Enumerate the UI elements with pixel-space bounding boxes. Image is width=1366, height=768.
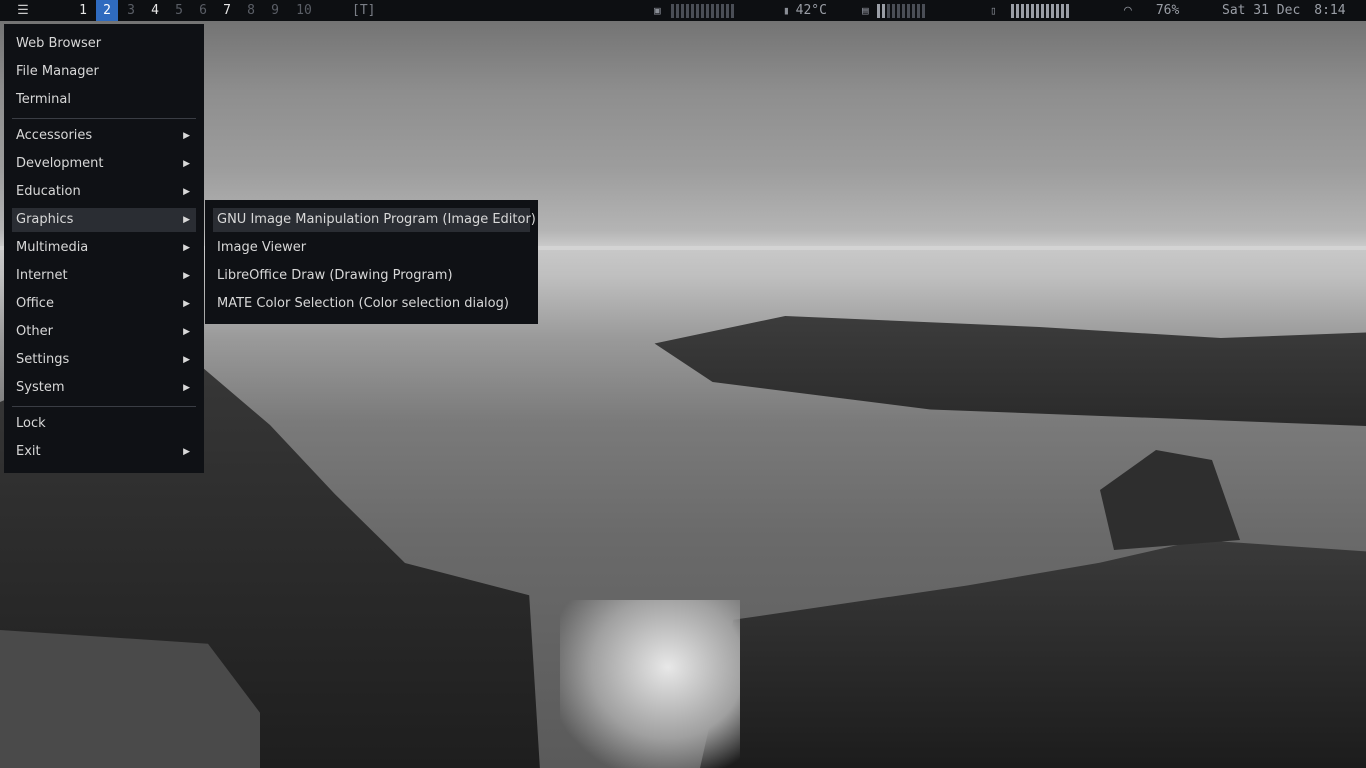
submenu-arrow-icon: ▶ bbox=[183, 447, 190, 457]
workspace-9[interactable]: 9 bbox=[264, 0, 286, 21]
cpu-icon: ▣ bbox=[654, 4, 661, 17]
temperature-value: 42°C bbox=[795, 3, 827, 18]
submenu-arrow-icon: ▶ bbox=[183, 271, 190, 281]
cpu-usage-bars bbox=[670, 3, 734, 18]
menu-item-other[interactable]: Other ▶ bbox=[12, 320, 196, 344]
menu-item-education[interactable]: Education ▶ bbox=[12, 180, 196, 204]
desktop-wallpaper bbox=[0, 0, 1366, 768]
submenu-arrow-icon: ▶ bbox=[183, 355, 190, 365]
cpu-monitor: ▣ bbox=[654, 0, 734, 21]
battery-monitor: ▯ bbox=[990, 0, 1069, 21]
menu-item-web-browser[interactable]: Web Browser bbox=[12, 32, 196, 56]
submenu-item-libreoffice-draw[interactable]: LibreOffice Draw (Drawing Program) bbox=[213, 264, 530, 288]
battery-icon: ▯ bbox=[990, 4, 997, 17]
memory-icon: ▤ bbox=[862, 4, 869, 17]
submenu-arrow-icon: ▶ bbox=[183, 327, 190, 337]
submenu-item-gimp[interactable]: GNU Image Manipulation Program (Image Ed… bbox=[213, 208, 536, 232]
workspace-3[interactable]: 3 bbox=[120, 0, 142, 21]
menu-item-development[interactable]: Development ▶ bbox=[12, 152, 196, 176]
wallpaper-rock bbox=[700, 540, 1366, 768]
workspace-7[interactable]: 7 bbox=[216, 0, 238, 21]
workspace-10[interactable]: 10 bbox=[290, 0, 318, 21]
temperature-monitor: ▮ 42°C bbox=[783, 0, 827, 21]
wifi-icon: ◠ bbox=[1124, 3, 1132, 18]
clock[interactable]: Sat 31 Dec 8:14 bbox=[1222, 0, 1346, 21]
menu-item-graphics[interactable]: Graphics ▶ bbox=[12, 208, 196, 232]
submenu-arrow-icon: ▶ bbox=[183, 215, 190, 225]
wallpaper-waterfall bbox=[560, 600, 740, 768]
menu-item-lock[interactable]: Lock bbox=[12, 412, 196, 436]
wifi-strength: 76% bbox=[1155, 3, 1180, 18]
submenu-arrow-icon: ▶ bbox=[183, 131, 190, 141]
workspace-5[interactable]: 5 bbox=[168, 0, 190, 21]
top-bar: ☰ 1 2 3 4 5 6 7 8 9 10 [T] ▣ ▮ 42°C ▤ ▯ … bbox=[0, 0, 1366, 21]
menu-item-multimedia[interactable]: Multimedia ▶ bbox=[12, 236, 196, 260]
menu-item-internet[interactable]: Internet ▶ bbox=[12, 264, 196, 288]
menu-item-exit[interactable]: Exit ▶ bbox=[12, 440, 196, 464]
menu-item-file-manager[interactable]: File Manager bbox=[12, 60, 196, 84]
workspace-4[interactable]: 4 bbox=[144, 0, 166, 21]
menu-item-settings[interactable]: Settings ▶ bbox=[12, 348, 196, 372]
menu-separator bbox=[12, 118, 196, 119]
submenu-arrow-icon: ▶ bbox=[183, 383, 190, 393]
menu-item-system[interactable]: System ▶ bbox=[12, 376, 196, 400]
memory-usage-bars bbox=[876, 3, 925, 18]
workspace-6[interactable]: 6 bbox=[192, 0, 214, 21]
time-text: 8:14 bbox=[1314, 3, 1346, 18]
submenu-arrow-icon: ▶ bbox=[183, 187, 190, 197]
submenu-arrow-icon: ▶ bbox=[183, 243, 190, 253]
battery-level-bars bbox=[1010, 3, 1069, 18]
thermometer-icon: ▮ bbox=[783, 4, 790, 17]
memory-monitor: ▤ bbox=[862, 0, 925, 21]
wallpaper-rock bbox=[1100, 450, 1240, 550]
wifi-monitor: ◠ 76% bbox=[1124, 0, 1179, 21]
graphics-submenu: GNU Image Manipulation Program (Image Ed… bbox=[205, 200, 538, 324]
submenu-item-image-viewer[interactable]: Image Viewer bbox=[213, 236, 530, 260]
menu-item-office[interactable]: Office ▶ bbox=[12, 292, 196, 316]
workspace-2[interactable]: 2 bbox=[96, 0, 118, 21]
wallpaper-rock bbox=[654, 316, 1366, 426]
workspace-8[interactable]: 8 bbox=[240, 0, 262, 21]
menu-separator bbox=[12, 406, 196, 407]
submenu-arrow-icon: ▶ bbox=[183, 299, 190, 309]
submenu-item-mate-color-selection[interactable]: MATE Color Selection (Color selection di… bbox=[213, 292, 530, 316]
workspace-1[interactable]: 1 bbox=[72, 0, 94, 21]
menu-item-accessories[interactable]: Accessories ▶ bbox=[12, 124, 196, 148]
menu-icon[interactable]: ☰ bbox=[12, 0, 34, 21]
date-text: Sat 31 Dec bbox=[1222, 3, 1301, 18]
menu-item-terminal[interactable]: Terminal bbox=[12, 88, 196, 112]
application-menu: Web Browser File Manager Terminal Access… bbox=[4, 24, 204, 473]
submenu-arrow-icon: ▶ bbox=[183, 159, 190, 169]
layout-indicator[interactable]: [T] bbox=[352, 0, 375, 21]
